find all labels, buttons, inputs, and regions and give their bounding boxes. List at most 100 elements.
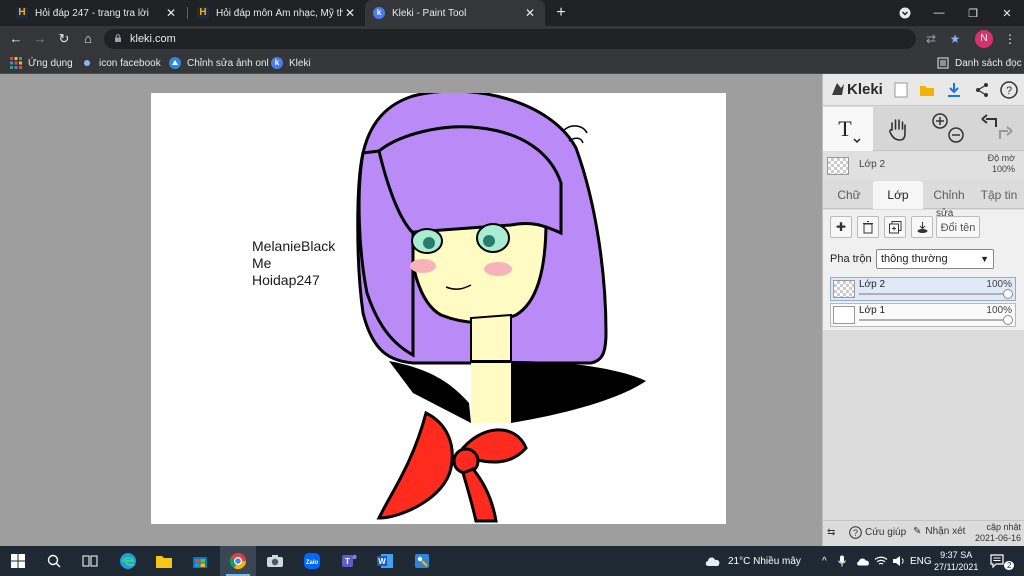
close-tab-icon[interactable]: ✕ <box>523 6 537 20</box>
bookmarks-bar: Ứng dụng icon facebook Chỉnh sửa ảnh onl… <box>0 52 1024 74</box>
search-icon[interactable] <box>36 546 72 576</box>
bookmark-apps[interactable]: Ứng dụng <box>10 55 73 71</box>
home-icon[interactable]: ⌂ <box>79 30 97 48</box>
update-info[interactable]: cập nhật 2021-06-16 <box>975 522 1021 544</box>
feedback-link[interactable]: ✎ Nhận xét <box>913 526 965 537</box>
snipping-tool-icon[interactable] <box>404 546 440 576</box>
microphone-icon[interactable] <box>838 546 846 576</box>
opacity-readout: Độ mờ 100% <box>988 153 1015 175</box>
delete-layer-button[interactable] <box>857 216 879 238</box>
layer-row-2[interactable]: Lớp 2 100% <box>830 277 1016 301</box>
bookmark-star-icon[interactable]: ★ <box>947 31 963 47</box>
bookmark-label: Ứng dụng <box>28 57 73 69</box>
tab-search-icon[interactable] <box>888 0 922 26</box>
layer-row-1[interactable]: Lớp 1 100% <box>830 303 1016 327</box>
drawing-canvas[interactable]: MelanieBlack Me Hoidap247 <box>151 93 726 524</box>
back-arrow-icon[interactable]: ← <box>7 30 25 48</box>
current-layer-preview: Lớp 2 Độ mờ 100% <box>823 152 1024 180</box>
url-text: kleki.com <box>130 33 176 45</box>
share-icon[interactable] <box>972 80 992 100</box>
weather-widget[interactable]: 21°C Nhiều mây <box>704 546 801 576</box>
clock[interactable]: 9:37 SA 27/11/2021 <box>934 546 978 576</box>
add-layer-button[interactable]: ✚ <box>830 216 852 238</box>
hand-icon <box>889 119 906 141</box>
tab-title: Hỏi đáp môn Âm nhạc, Mỹ thuật <box>216 7 343 19</box>
layer-opacity-slider[interactable] <box>859 315 1013 325</box>
kleki-logo: Kleki <box>829 80 883 98</box>
browser-tab-strip: H Hỏi đáp 247 - trang tra lời ✕ H Hỏi đá… <box>0 0 1024 26</box>
dot-icon <box>84 60 90 66</box>
swap-side-icon[interactable]: ⇆ <box>827 527 835 538</box>
close-tab-icon[interactable]: ✕ <box>343 6 357 20</box>
slider-knob[interactable] <box>1003 289 1013 299</box>
text-tool-button[interactable]: T <box>823 107 873 151</box>
minimize-button[interactable]: — <box>922 0 956 26</box>
feedback-label: Nhận xét <box>925 526 966 537</box>
new-tab-button[interactable]: + <box>552 4 570 22</box>
bookmark-label: icon facebook <box>99 57 161 69</box>
task-view-icon[interactable] <box>72 546 108 576</box>
reload-icon[interactable]: ↻ <box>55 30 73 48</box>
slider-knob[interactable] <box>1003 315 1013 325</box>
hand-tool-button[interactable] <box>875 107 921 151</box>
close-window-button[interactable]: ✕ <box>990 0 1024 26</box>
chrome-icon[interactable] <box>220 546 256 576</box>
notification-center[interactable]: 2 <box>990 546 1016 576</box>
svg-text:W: W <box>378 557 386 566</box>
close-tab-icon[interactable]: ✕ <box>164 6 178 20</box>
zoom-buttons[interactable] <box>926 107 970 151</box>
bookmark-kleki[interactable]: k Kleki <box>271 55 311 71</box>
tab-text[interactable]: Chữ <box>827 181 871 209</box>
blend-mode-select[interactable]: thông thường ▼ <box>876 249 994 269</box>
browser-tab-hoidap-1[interactable]: H Hỏi đáp 247 - trang tra lời ✕ <box>8 0 186 26</box>
bookmark-icon-facebook[interactable]: icon facebook <box>81 55 161 71</box>
file-explorer-icon[interactable] <box>146 546 182 576</box>
merge-layer-button[interactable] <box>911 216 933 238</box>
layer-name: Lớp 2 <box>859 279 886 290</box>
menu-kebab-icon[interactable]: ⋮ <box>1002 31 1018 47</box>
volume-icon[interactable] <box>892 546 906 576</box>
undo-redo-buttons[interactable] <box>975 107 1021 151</box>
onedrive-icon[interactable] <box>856 546 870 576</box>
tab-adjust[interactable]: Chỉnh <box>925 181 973 209</box>
zalo-icon[interactable]: Zalo <box>294 546 330 576</box>
duplicate-layer-button[interactable] <box>884 216 906 238</box>
signature-line: Hoidap247 <box>252 272 320 288</box>
camera-icon[interactable] <box>257 546 293 576</box>
store-icon[interactable] <box>182 546 218 576</box>
forward-arrow-icon[interactable]: → <box>31 30 49 48</box>
undo-redo-icon <box>981 114 1013 139</box>
new-image-icon[interactable] <box>891 80 911 100</box>
show-hidden-icons[interactable]: ^ <box>822 546 827 576</box>
help-link[interactable]: ? Cứu giúp <box>849 526 906 539</box>
wifi-icon[interactable] <box>874 546 888 576</box>
kleki-app: MelanieBlack Me Hoidap247 Kleki ? T Lớp … <box>0 74 1024 546</box>
language-indicator[interactable]: ENG <box>910 546 932 576</box>
text-tool-icon: T <box>838 116 861 144</box>
bookmark-photo-edit[interactable]: Chỉnh sửa ảnh onl <box>169 55 269 71</box>
folder-icon[interactable] <box>917 80 937 100</box>
opacity-value: 100% <box>991 164 1015 174</box>
download-icon[interactable] <box>944 80 964 100</box>
reading-list-button[interactable]: Danh sách đọc <box>937 55 1022 71</box>
teams-icon[interactable]: T <box>331 546 367 576</box>
profile-avatar[interactable]: N <box>975 30 993 48</box>
tab-file[interactable]: Tập tin <box>975 181 1023 209</box>
translate-icon[interactable]: ⇄ <box>923 31 939 47</box>
browser-tab-kleki[interactable]: k Kleki - Paint Tool ✕ <box>365 0 545 26</box>
tab-layers[interactable]: Lớp <box>873 181 923 209</box>
address-bar[interactable]: kleki.com <box>104 29 916 49</box>
canvas-area[interactable]: MelanieBlack Me Hoidap247 <box>0 74 822 546</box>
rename-layer-button[interactable]: Đổi tên <box>936 216 980 238</box>
layer-opacity-slider[interactable] <box>859 289 1013 299</box>
blend-label: Pha trộn <box>830 253 872 265</box>
windows-start-icon[interactable] <box>0 546 36 576</box>
restore-button[interactable]: ❐ <box>956 0 990 26</box>
layer-list: Lớp 2 100% Lớp 1 100% <box>823 274 1024 330</box>
browser-tab-hoidap-2[interactable]: H Hỏi đáp môn Âm nhạc, Mỹ thuật ✕ <box>189 0 365 26</box>
svg-text:Zalo: Zalo <box>306 560 319 566</box>
help-icon[interactable]: ? <box>999 80 1019 100</box>
edge-icon[interactable] <box>110 546 146 576</box>
word-icon[interactable]: W <box>367 546 403 576</box>
help-label: Cứu giúp <box>865 527 907 538</box>
